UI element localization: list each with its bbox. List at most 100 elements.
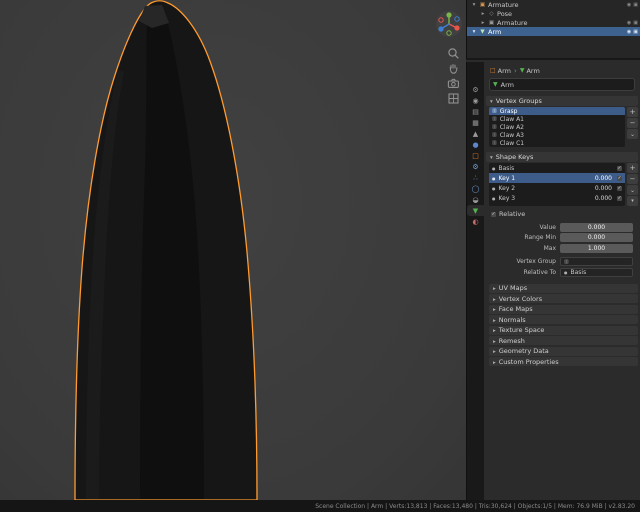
panel-label: Remesh [498,336,525,345]
object-icon: □ [472,151,479,160]
vertex-group-name: Claw C1 [499,139,525,147]
tab-constraints[interactable]: ◒ [467,194,484,205]
pan-hand-icon[interactable] [447,62,460,75]
outliner-label: Armature [488,0,519,9]
vertex-group-row[interactable]: ▥ Claw C1 [489,139,625,147]
vertex-group-row[interactable]: ▥ Claw A2 [489,123,625,131]
tab-view-layer[interactable]: ▦ [467,117,484,128]
outliner-row-pose[interactable]: ▸ ◇ Pose [467,9,640,18]
tab-world[interactable]: ● [467,139,484,150]
add-shape-key-button[interactable] [627,163,638,173]
add-vertex-group-button[interactable] [627,107,638,117]
relative-toggle-row: Relative [491,210,640,218]
breadcrumb-object[interactable]: □ Arm [490,67,511,75]
outliner-row-armature-data[interactable]: ▸ ▣ Armature ◉ ▣ [467,18,640,27]
vertex-group-specials-menu[interactable] [627,129,638,139]
modifiers-icon: ⚙ [472,162,479,171]
tab-particles[interactable]: ∴ [467,172,484,183]
properties-tab-strip: ⚙ ◉ ▤ ▦ ▲ ● □ ⚙ ∴ ◯ ◒ ▼ ◐ [466,62,484,500]
panel-geometry-data[interactable]: Geometry Data [489,346,638,356]
vertex-groups-list: ▥ Grasp ▥ Claw A1 ▥ Claw A2 ▥ Claw A3 ▥ [489,107,625,147]
tool-icon: ⚙ [472,85,479,94]
relative-checkbox[interactable] [491,211,496,217]
tab-object[interactable]: □ [467,150,484,161]
relative-to-field[interactable]: ● Basis [560,267,633,277]
collapse-icon [493,284,496,292]
remove-shape-key-button[interactable] [627,174,638,184]
disclosure-icon[interactable]: ▸ [480,11,486,17]
shape-key-row[interactable]: ● Key 2 0.000 [489,183,625,193]
group-icon: ▥ [492,140,497,146]
relative-to-label: Relative To [523,268,556,276]
zoom-icon[interactable] [447,47,460,60]
panel-label: Geometry Data [498,347,549,355]
3d-viewport[interactable] [0,0,466,500]
view-layer-icon: ▦ [472,118,479,127]
vertex-group-row[interactable]: ▥ Claw A3 [489,131,625,139]
breadcrumb-data[interactable]: ▼ Arm [520,67,540,75]
armature-data-icon: ▣ [488,19,495,26]
world-icon: ● [472,140,479,149]
tab-material[interactable]: ◐ [467,216,484,227]
mesh-name-field[interactable]: ▼ Arm [489,78,635,91]
tab-physics[interactable]: ◯ [467,183,484,194]
output-icon: ▤ [472,107,479,116]
disclosure-icon[interactable]: ▸ [480,20,486,26]
collapse-icon [493,326,496,334]
relative-label: Relative [499,210,526,218]
perspective-toggle-icon[interactable] [447,92,460,105]
tab-tool[interactable]: ⚙ [467,84,484,95]
vertex-group-field[interactable]: ▥ [560,257,633,266]
collapse-icon [493,316,496,324]
panel-face-maps[interactable]: Face Maps [489,304,638,314]
screen-icon: ▣ [633,1,638,8]
shape-key-mute-checkbox[interactable] [617,165,622,171]
chevron-right-icon [514,67,517,75]
outliner-label: Pose [497,9,513,18]
camera-view-icon[interactable] [447,77,460,90]
shape-key-row[interactable]: ● Key 3 0.000 [489,193,625,203]
panel-vertex-colors[interactable]: Vertex Colors [489,294,638,303]
tab-modifiers[interactable]: ⚙ [467,161,484,172]
disclosure-icon[interactable]: ▾ [471,2,477,8]
tab-scene[interactable]: ▲ [467,128,484,139]
shape-key-mute-checkbox[interactable] [617,175,622,181]
panel-remesh[interactable]: Remesh [489,336,638,345]
collapsed-panels: UV Maps Vertex Colors Face Maps Normals … [489,283,638,366]
navigation-gizmo[interactable] [435,10,463,38]
disclosure-icon[interactable]: ▾ [471,29,477,35]
vertex-group-row[interactable]: ▥ Grasp [489,107,625,115]
panel-uv-maps[interactable]: UV Maps [489,283,638,293]
outliner-row-arm-selected[interactable]: ▾ ▼ Arm ◉ ▣ [467,27,640,36]
panel-texture-space[interactable]: Texture Space [489,325,638,335]
breadcrumb: □ Arm ▼ Arm [484,62,640,75]
shape-key-specials-menu[interactable] [627,185,638,195]
panel-normals[interactable]: Normals [489,315,638,324]
selected-mesh-object[interactable] [0,0,466,500]
shape-key-name: Key 3 [498,194,516,202]
shape-key-row[interactable]: ● Key 1 0.000 [489,173,625,183]
tab-output[interactable]: ▤ [467,106,484,117]
outliner-row-armature-object[interactable]: ▾ ▣ Armature ◉ ▣ [467,0,640,9]
shape-keys-header[interactable]: Shape Keys [486,152,638,162]
group-icon: ▥ [492,132,497,138]
outliner-label: Armature [497,18,528,27]
tab-render[interactable]: ◉ [467,95,484,106]
range-max-field[interactable]: 1.000 [560,243,633,253]
shape-key-value-slider[interactable]: 0.000 [560,222,633,232]
move-shape-key-down-button[interactable] [627,196,638,206]
shape-key-row[interactable]: ● Basis [489,163,625,173]
range-min-field[interactable]: 0.000 [560,233,633,242]
vertex-group-row[interactable]: ▥ Claw A1 [489,115,625,123]
vertex-groups-header[interactable]: Vertex Groups [486,96,638,106]
shape-key-mute-checkbox[interactable] [617,195,622,201]
remove-vertex-group-button[interactable] [627,118,638,128]
screen-icon: ▣ [633,28,638,35]
mesh-data-icon: ▼ [493,81,498,88]
tab-object-data[interactable]: ▼ [467,205,484,216]
shapekey-icon: ● [564,269,568,275]
panel-custom-properties[interactable]: Custom Properties [489,357,638,366]
shape-keys-list: ● Basis ● Key 1 0.000 ● Key 2 0.000 [489,163,625,206]
collapse-icon [493,295,496,303]
shape-key-mute-checkbox[interactable] [617,185,622,191]
